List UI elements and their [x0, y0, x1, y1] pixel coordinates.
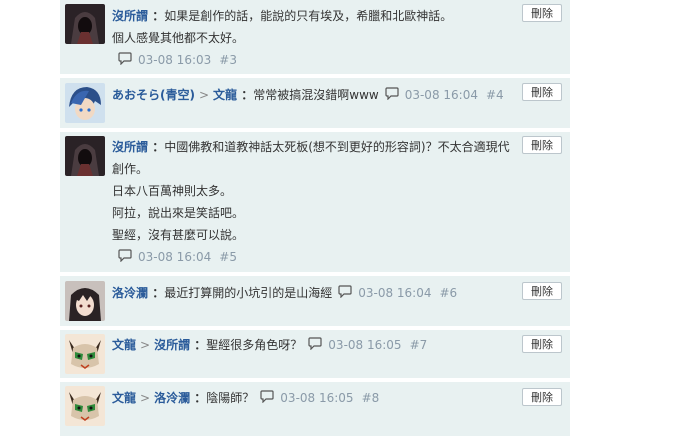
comment-text: 中國佛教和道教神話太死板(想不到更好的形容詞)？不太合適現代 [164, 140, 510, 154]
avatar[interactable] [65, 281, 105, 321]
avatar[interactable] [65, 136, 105, 176]
comment-text: 聖經，沒有甚麼可以說。 [112, 228, 245, 242]
floor-number: #5 [219, 250, 237, 264]
avatar[interactable] [65, 386, 105, 426]
comment-text: 如果是創作的話，能說的只有埃及，希臘和北歐神話。 [164, 9, 453, 23]
blue-hair-avatar-icon [65, 83, 105, 123]
comment-item: 洛泠瀾 ：最近打算開的小坑引的是山海經 03-08 16:04 #6 刪除 [60, 276, 570, 326]
delete-button[interactable]: 刪除 [522, 136, 562, 154]
reply-icon[interactable] [338, 283, 352, 305]
reply-icon[interactable] [118, 50, 132, 72]
comment-item: 沒所謂 ：中國佛教和道教神話太死板(想不到更好的形容詞)？不太合適現代 創作。 … [60, 132, 570, 272]
delete-button[interactable]: 刪除 [522, 335, 562, 353]
comment-text: 常常被搞混沒錯啊www [253, 88, 379, 102]
delete-button[interactable]: 刪除 [522, 83, 562, 101]
comment-author[interactable]: あおそら(青空) [112, 88, 195, 102]
comment-author[interactable]: 洛泠瀾 [112, 286, 148, 300]
floor-number: #3 [219, 53, 237, 67]
comment-item: 沒所謂 ：如果是創作的話，能說的只有埃及，希臘和北歐神話。 個人感覺其他都不太好… [60, 0, 570, 74]
floor-number: #6 [439, 286, 458, 300]
comment-author[interactable]: 文龍 [112, 391, 136, 405]
comment-text: 創作。 [112, 162, 149, 176]
reply-target[interactable]: 文龍 [213, 88, 237, 102]
dark-hooded-avatar-icon [65, 4, 105, 44]
comment-time: 03-08 16:04 [404, 88, 478, 102]
reply-icon[interactable] [385, 85, 399, 107]
comment-text: 個人感覺其他都不太好。 [112, 31, 245, 45]
avatar[interactable] [65, 4, 105, 44]
avatar[interactable] [65, 83, 105, 123]
reply-target[interactable]: 沒所謂 [154, 338, 190, 352]
dark-hair-girl-avatar-icon [65, 281, 105, 321]
cat-mask-avatar-icon [65, 386, 105, 426]
dark-hooded-avatar-icon [65, 136, 105, 176]
comment-item: 文龍 > 洛泠瀾 ：陰陽師？ 03-08 16:05 #8 刪除 [60, 382, 570, 436]
delete-button[interactable]: 刪除 [522, 282, 562, 300]
reply-icon[interactable] [308, 335, 322, 357]
delete-button[interactable]: 刪除 [522, 4, 562, 22]
comment-text: 陰陽師？ [206, 391, 255, 405]
comment-text: 最近打算開的小坑引的是山海經 [164, 286, 333, 300]
reply-target[interactable]: 洛泠瀾 [154, 391, 190, 405]
comment-time: 03-08 16:04 [358, 286, 432, 300]
comment-item: 文龍 > 沒所謂 ：聖經很多角色呀？ 03-08 16:05 #7 刪除 [60, 330, 570, 378]
comment-item: あおそら(青空) > 文龍 ：常常被搞混沒錯啊www 03-08 16:04 #4 刪除 [60, 78, 570, 128]
comment-text: 聖經很多角色呀？ [206, 338, 303, 352]
reply-icon[interactable] [118, 247, 132, 269]
floor-number: #7 [409, 338, 428, 352]
reply-icon[interactable] [260, 388, 274, 410]
comment-time: 03-08 16:04 [138, 250, 212, 264]
cat-mask-avatar-icon [65, 334, 105, 374]
delete-button[interactable]: 刪除 [522, 388, 562, 406]
floor-number: #4 [485, 88, 504, 102]
avatar[interactable] [65, 334, 105, 374]
comment-text: 阿拉，說出來是笑話吧。 [112, 206, 245, 220]
comment-author[interactable]: 沒所謂 [112, 9, 148, 23]
comment-author[interactable]: 沒所謂 [112, 140, 148, 154]
comment-time: 03-08 16:05 [280, 391, 354, 405]
comment-text: 日本八百萬神則太多。 [112, 184, 233, 198]
floor-number: #8 [361, 391, 380, 405]
comment-time: 03-08 16:05 [328, 338, 402, 352]
comment-author[interactable]: 文龍 [112, 338, 136, 352]
comment-time: 03-08 16:03 [138, 53, 212, 67]
